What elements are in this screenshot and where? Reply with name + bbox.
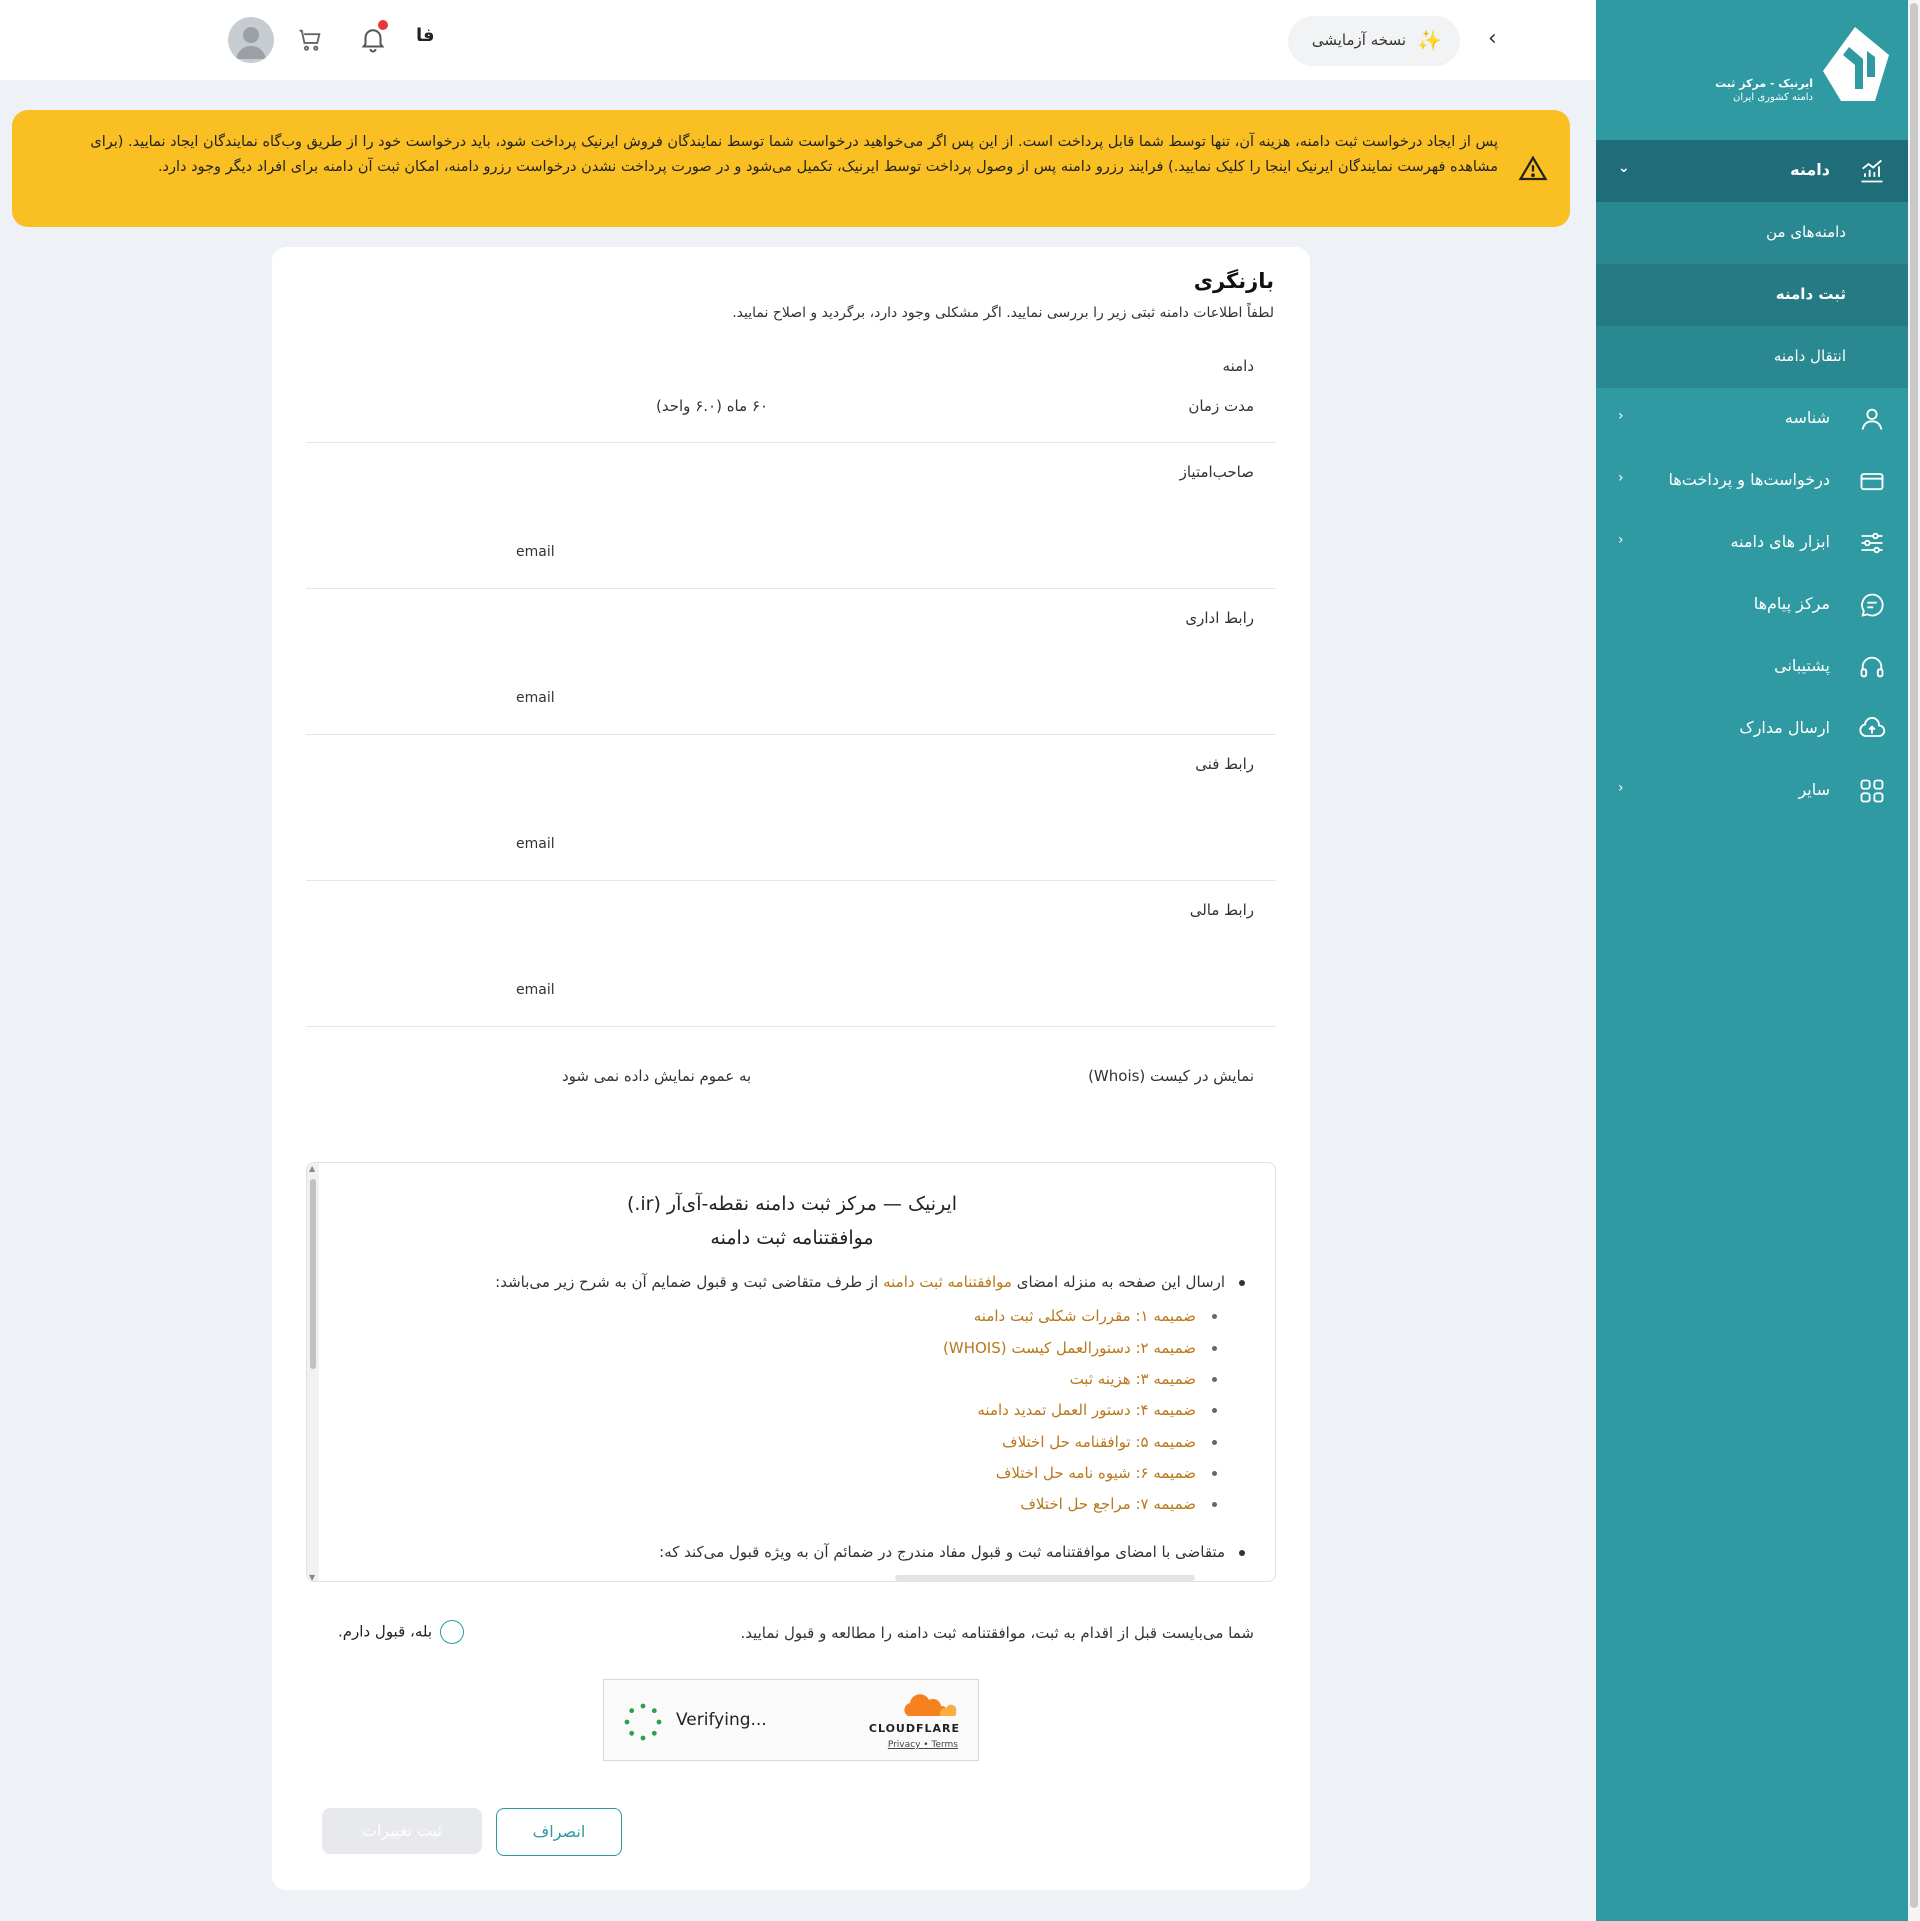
agreement-link[interactable]: موافقتنامه ثبت دامنه [883,1273,1012,1291]
divider [306,1026,1276,1027]
tech-email-label: email [516,836,555,852]
cloudflare-links[interactable]: Privacy • Terms [888,1740,958,1750]
scroll-up-icon[interactable]: ▲ [309,1164,315,1173]
attachment-link[interactable]: ضمیمه ۵: توافقنامه حل اختلاف [1002,1433,1217,1451]
grid-icon [1858,777,1886,805]
irnic-logo: ایرنیک - مرکز ثبت دامنه کشوری ایران [1715,25,1891,105]
chevron-left-icon: ‹ [1618,780,1624,796]
domain-label: دامنه [1222,357,1254,375]
language-switch[interactable]: فا [416,25,435,46]
logo-text-line1: ایرنیک - مرکز ثبت [1715,77,1813,90]
tech-contact-label: رابط فنی [1195,755,1254,773]
divider [306,734,1276,735]
divider [306,588,1276,589]
trial-version-badge[interactable]: ✨ نسخه آزمایشی [1288,16,1460,66]
scroll-down-icon[interactable]: ▼ [309,1573,315,1581]
attachment-link[interactable]: ضمیمه ۱: مقررات شکلی ثبت دامنه [974,1307,1217,1325]
message-icon [1858,591,1886,619]
trial-label: نسخه آزمایشی [1311,31,1406,49]
attachment-link[interactable]: ضمیمه ۷: مراجع حل اختلاف [1020,1495,1217,1513]
owner-label: صاحب‌امتیاز [1179,463,1254,481]
truncated-line [895,1575,1195,1581]
agreement-heading: ایرنیک — مرکز ثبت دامنه نقطه-آی‌آر (ir.) [626,1193,958,1215]
logo-text-line2: دامنه کشوری ایران [1732,92,1813,103]
chart-icon [1858,157,1886,185]
notification-dot [378,20,388,30]
owner-email-label: email [516,544,555,560]
sparkle-icon: ✨ [1417,28,1442,52]
attachment-link[interactable]: ضمیمه ۲: دستورالعمل کیست (WHOIS) [943,1339,1217,1357]
billing-contact-label: رابط مالی [1189,901,1254,919]
card-icon [1858,467,1886,495]
agreement-subheading: موافقتنامه ثبت دامنه [710,1227,874,1249]
chevron-down-icon: ⌄ [1618,160,1630,176]
cloudflare-captcha[interactable]: Verifying... CLOUDFLARE Privacy • Terms [603,1679,979,1761]
cloud-upload-icon [1858,715,1886,743]
sidebar-item-my-domains[interactable]: دامنه‌های من [1596,202,1908,264]
sidebar-item-support[interactable]: پشتیبانی [1596,636,1908,698]
bullet [1239,1279,1245,1286]
divider [306,880,1276,881]
sidebar-item-upload-documents[interactable]: ارسال مدارک [1596,698,1908,760]
whois-label: نمایش در کیست (Whois) [1088,1067,1254,1085]
sidebar-item-register-domain[interactable]: ثبت دامنه [1596,264,1908,326]
admin-email-label: email [516,690,555,706]
sidebar-item-domain[interactable]: دامنه ⌄ [1596,140,1908,202]
warning-icon [1518,154,1548,184]
divider [306,442,1276,443]
agreement-clause: متقاضی با امضای موافقتنامه ثبت و قبول مف… [659,1543,1245,1561]
agreement-scrollbar[interactable]: ▲ ▼ [307,1163,319,1581]
page-title: بازنگری [1193,269,1274,293]
checkbox-circle[interactable] [440,1620,465,1644]
agreement-intro: ارسال این صفحه به منزله امضای موافقتنامه… [495,1273,1245,1291]
attachment-link[interactable]: ضمیمه ۶: شیوه نامه حل اختلاف [996,1464,1217,1482]
duration-label: مدت زمان [1188,397,1254,415]
submit-changes-button[interactable]: ثبت تغییرات [322,1808,482,1854]
user-icon [1858,405,1886,433]
chevron-left-icon: ‹ [1618,470,1624,486]
attachment-link[interactable]: ضمیمه ۴: دستور العمل تمدید دامنه [977,1401,1217,1419]
notification-bell-icon[interactable] [358,20,388,54]
sliders-icon [1858,529,1886,557]
spinner-icon [624,1703,662,1741]
cart-icon[interactable] [296,26,324,54]
accept-checkbox[interactable]: بله، قبول دارم. [338,1620,465,1644]
cancel-button[interactable]: انصراف [496,1808,622,1856]
headset-icon [1858,653,1886,681]
sidebar-item-domain-tools[interactable]: ابزار های دامنه ‹ [1596,512,1908,574]
collapse-sidebar-icon[interactable]: ‹ [1488,26,1497,51]
chevron-left-icon: ‹ [1618,532,1624,548]
attachment-link[interactable]: ضمیمه ۳: هزینه ثبت [1070,1370,1217,1388]
payment-warning-alert: پس از ایجاد درخواست ثبت دامنه، هزینه آن،… [12,110,1570,227]
duration-value: ۶۰ ماه (۶.۰ واحد) [656,397,769,415]
consent-instruction: شما می‌بایست قبل از اقدام به ثبت، موافقت… [740,1624,1254,1642]
alert-text: پس از ایجاد درخواست ثبت دامنه، هزینه آن،… [90,134,1498,175]
page-subtitle: لطفاً اطلاعات دامنه ثبتی زیر را بررسی نم… [732,305,1274,321]
billing-email-label: email [516,982,555,998]
sidebar-item-messages[interactable]: مرکز پیام‌ها [1596,574,1908,636]
cloudflare-logo-icon [900,1694,960,1718]
review-card: بازنگری لطفاً اطلاعات دامنه ثبتی زیر را … [272,247,1310,1890]
sidebar: ایرنیک - مرکز ثبت دامنه کشوری ایران دامن… [1596,0,1920,1921]
admin-contact-label: رابط اداری [1185,609,1254,627]
cloudflare-brand: CLOUDFLARE [868,1722,960,1735]
sidebar-item-requests-payments[interactable]: درخواست‌ها و پرداخت‌ها ‹ [1596,450,1908,512]
sidebar-nav: دامنه ⌄ دامنه‌های من ثبت دامنه انتقال دا… [1596,140,1908,822]
page-scroll-thumb[interactable] [1910,3,1918,1908]
captcha-status: Verifying... [676,1710,767,1730]
avatar[interactable] [228,17,274,63]
topbar: ‹ ✨ نسخه آزمایشی فا [0,0,1596,80]
accept-label: بله، قبول دارم. [338,1622,433,1641]
page-scrollbar[interactable] [1908,0,1920,1921]
agreement-box[interactable]: ▲ ▼ ایرنیک — مرکز ثبت دامنه نقطه-آی‌آر (… [306,1162,1276,1582]
sidebar-item-other[interactable]: سایر ‹ [1596,760,1908,822]
sidebar-item-handle[interactable]: شناسه ‹ [1596,388,1908,450]
sidebar-item-transfer-domain[interactable]: انتقال دامنه [1596,326,1908,388]
chevron-left-icon: ‹ [1618,408,1624,424]
whois-value: به عموم نمایش داده نمی شود [562,1067,752,1085]
